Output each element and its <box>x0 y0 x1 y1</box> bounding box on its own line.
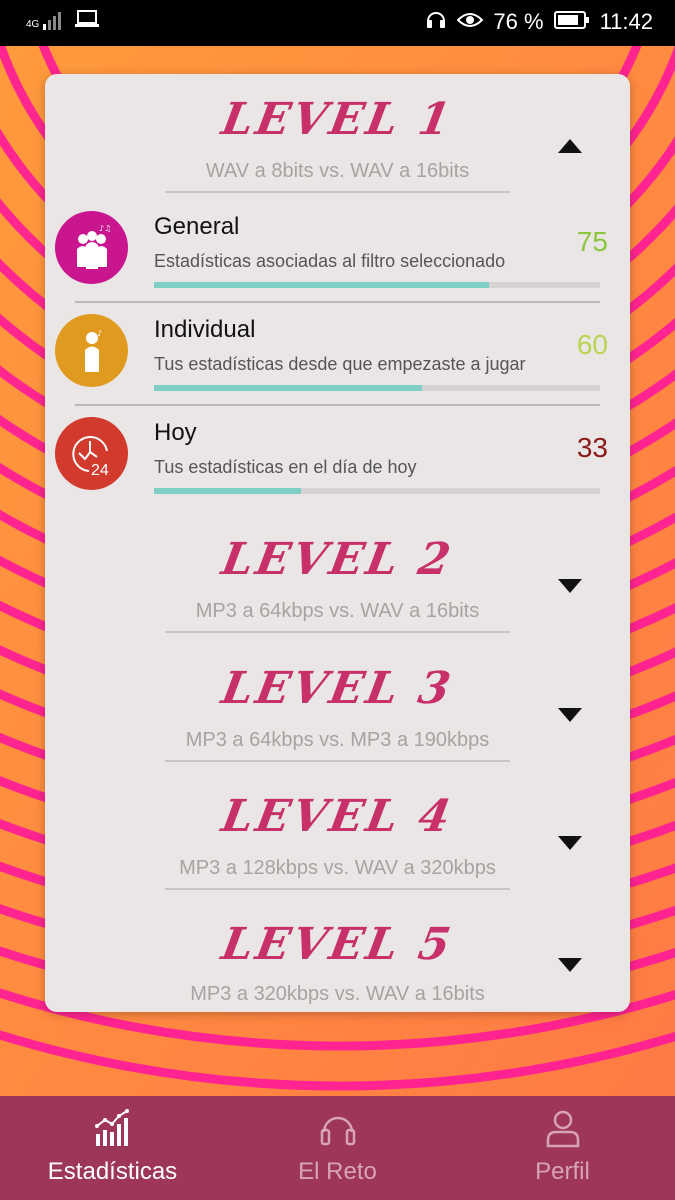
user-icon <box>543 1108 583 1152</box>
bottom-navigation: Estadísticas El Reto Perfil <box>0 1096 675 1200</box>
stat-title: Individual <box>154 316 256 343</box>
stat-row-hoy[interactable]: 24 Hoy Tus estadísticas en el día de hoy… <box>45 417 630 517</box>
signal-icon: 4G <box>26 12 63 30</box>
divider <box>75 404 600 406</box>
level-subtitle: MP3 a 64kbps vs. WAV a 16bits <box>195 600 480 622</box>
progress-fill <box>154 385 422 391</box>
stat-description: Tus estadísticas desde que empezaste a j… <box>154 354 526 374</box>
headphones-icon <box>318 1108 358 1152</box>
level-title: LEVEL 5 <box>217 919 458 970</box>
progress-fill <box>154 488 302 494</box>
stat-value: 75 <box>576 226 608 257</box>
expand-arrow-icon[interactable] <box>558 707 582 722</box>
divider <box>165 191 510 193</box>
stat-row-general[interactable]: ♪♫ General Estadísticas asociadas al fil… <box>45 211 630 311</box>
stat-description: Tus estadísticas en el día de hoy <box>154 457 417 477</box>
progress-bar <box>154 488 600 494</box>
nav-label: El Reto <box>298 1158 377 1185</box>
battery-icon <box>553 9 590 35</box>
stat-row-individual[interactable]: ♪ Individual Tus estadísticas desde que … <box>45 314 630 414</box>
laptop-icon <box>75 10 100 32</box>
level-subtitle: WAV a 8bits vs. WAV a 16bits <box>205 160 470 182</box>
svg-text:♪: ♪ <box>97 329 102 338</box>
headset-icon <box>425 8 447 36</box>
divider <box>165 888 510 890</box>
nav-label: Estadísticas <box>47 1158 178 1185</box>
clock-time: 11:42 <box>599 9 653 34</box>
status-bar: 4G 76 % 11:42 <box>0 0 675 46</box>
battery-percent: 76 % <box>493 9 544 34</box>
level-title: LEVEL 1 <box>217 94 458 145</box>
group-icon: ♪♫ <box>55 211 128 284</box>
stat-value: 60 <box>576 329 608 360</box>
nav-item-perfil[interactable]: Perfil <box>450 1096 675 1200</box>
levels-card: LEVEL 1 WAV a 8bits vs. WAV a 16bits ♪♫ … <box>45 74 630 1012</box>
divider <box>165 631 510 633</box>
level-title: LEVEL 4 <box>217 791 458 842</box>
stat-value: 33 <box>576 432 608 463</box>
svg-text:♪♫: ♪♫ <box>99 224 111 233</box>
level-title: LEVEL 2 <box>217 534 458 585</box>
divider <box>165 760 510 762</box>
stat-title: General <box>154 213 240 240</box>
level-subtitle: MP3 a 64kbps vs. MP3 a 190kbps <box>185 729 490 751</box>
person-icon: ♪ <box>55 314 128 387</box>
level-title: LEVEL 3 <box>217 663 458 714</box>
divider <box>75 301 600 303</box>
nav-item-estadisticas[interactable]: Estadísticas <box>0 1096 225 1200</box>
stats-chart-icon <box>93 1108 133 1152</box>
stat-title: Hoy <box>154 419 197 446</box>
eye-icon <box>457 9 484 35</box>
clock-24-icon: 24 <box>55 417 128 490</box>
progress-bar <box>154 282 600 288</box>
expand-arrow-icon[interactable] <box>558 578 582 593</box>
progress-bar <box>154 385 600 391</box>
level-subtitle: MP3 a 128kbps vs. WAV a 320kbps <box>179 857 496 879</box>
network-type: 4G <box>26 19 40 30</box>
expand-arrow-icon[interactable] <box>558 957 582 972</box>
nav-label: Perfil <box>535 1158 590 1185</box>
stat-description: Estadísticas asociadas al filtro selecci… <box>154 251 506 271</box>
level-subtitle: MP3 a 320kbps vs. WAV a 16bits <box>190 983 485 1005</box>
svg-text:24: 24 <box>91 462 109 479</box>
collapse-arrow-icon[interactable] <box>558 138 582 153</box>
expand-arrow-icon[interactable] <box>558 835 582 850</box>
progress-fill <box>154 282 489 288</box>
nav-item-el-reto[interactable]: El Reto <box>225 1096 450 1200</box>
